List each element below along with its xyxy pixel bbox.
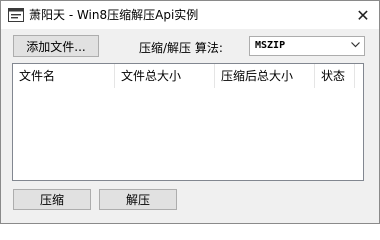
column-header-status[interactable]: 状态 xyxy=(315,64,355,88)
window-title: 萧阳天 - Win8压缩解压Api实例 xyxy=(29,8,199,22)
app-window: 萧阳天 - Win8压缩解压Api实例 ✕ 添加文件... 压缩/解压 算法: … xyxy=(0,0,380,224)
file-list[interactable]: 文件名 文件总大小 压缩后总大小 状态 xyxy=(12,63,364,181)
algorithm-label: 压缩/解压 算法: xyxy=(139,41,223,55)
column-header-compressed-size[interactable]: 压缩后总大小 xyxy=(215,64,315,88)
decompress-button[interactable]: 解压 xyxy=(99,189,177,210)
algorithm-select-value: MSZIP xyxy=(255,40,286,51)
title-bar: 萧阳天 - Win8压缩解压Api实例 ✕ xyxy=(1,1,379,29)
algorithm-select[interactable]: MSZIP xyxy=(249,36,365,56)
column-header-filename[interactable]: 文件名 xyxy=(13,64,115,88)
close-icon: ✕ xyxy=(356,5,370,25)
compress-button[interactable]: 压缩 xyxy=(13,189,91,210)
add-file-button[interactable]: 添加文件... xyxy=(13,35,99,57)
app-icon xyxy=(8,8,24,22)
column-header-total-size[interactable]: 文件总大小 xyxy=(115,64,215,88)
file-list-header: 文件名 文件总大小 压缩后总大小 状态 xyxy=(13,64,363,88)
close-button[interactable]: ✕ xyxy=(347,1,379,29)
chevron-down-icon xyxy=(351,42,360,48)
